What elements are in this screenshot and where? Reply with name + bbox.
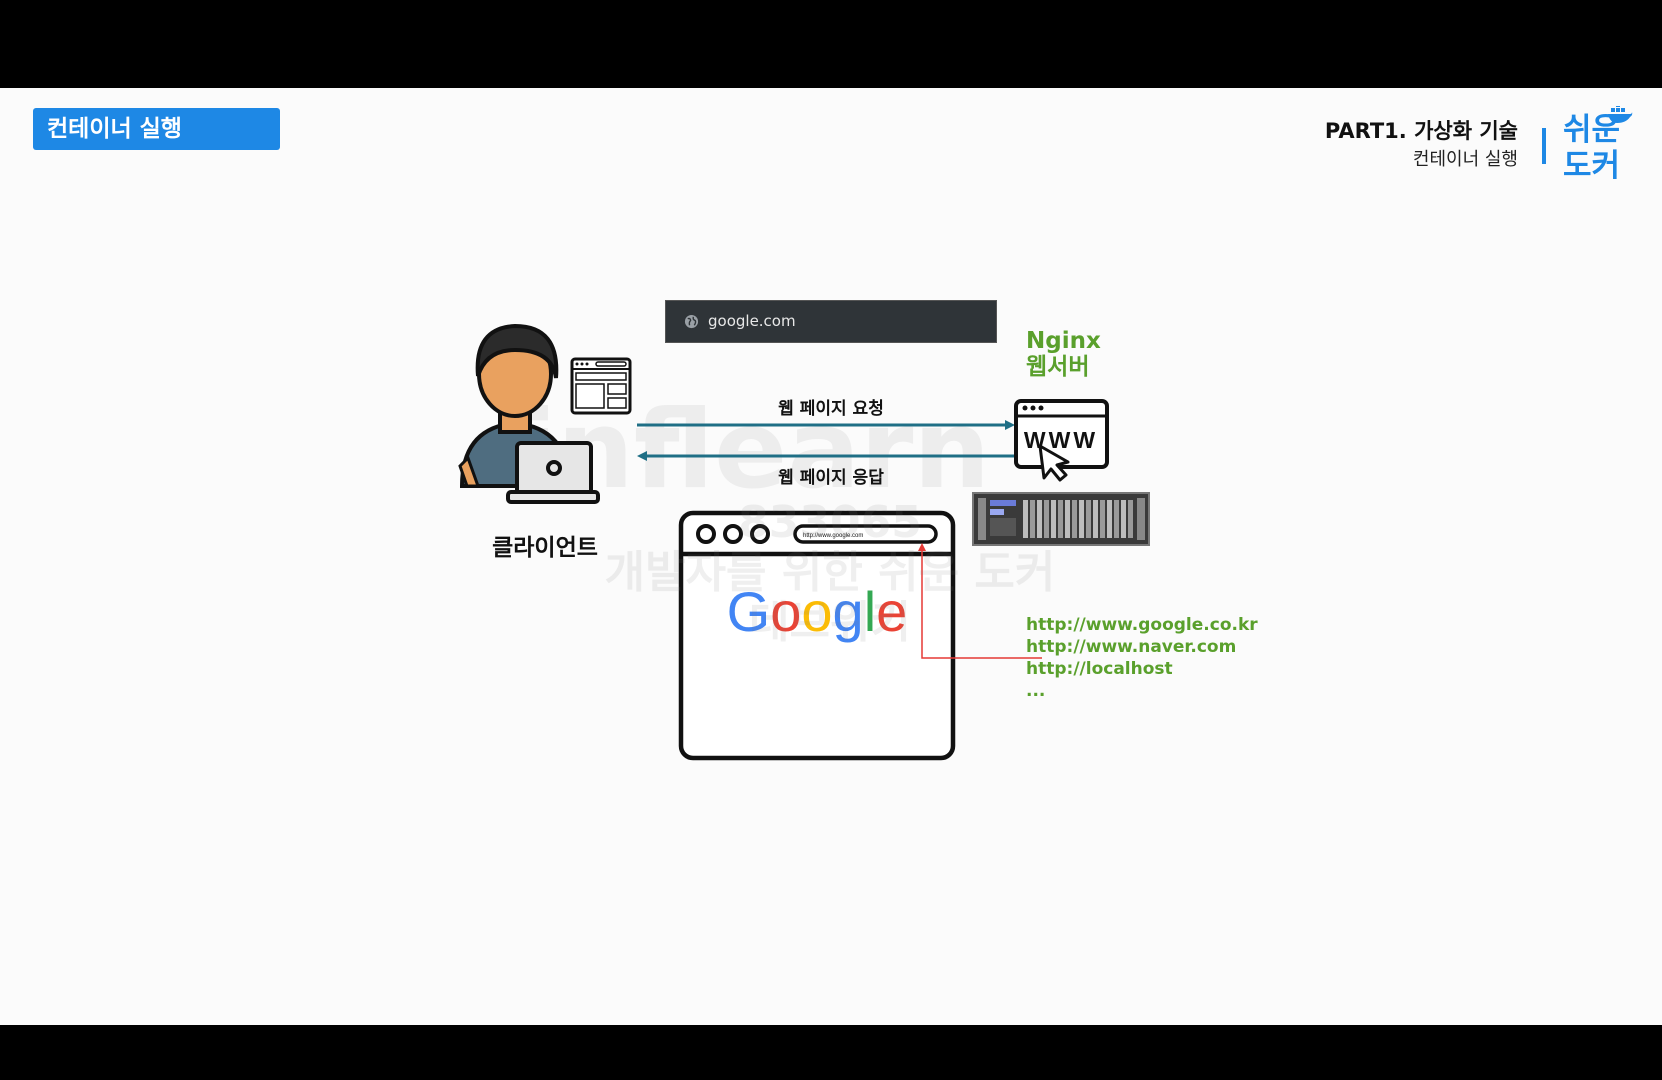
server-drive-bay (1107, 500, 1112, 538)
server-drive-bay (1114, 500, 1119, 538)
request-arrow (637, 420, 1015, 430)
server-drive-bay (1079, 500, 1084, 538)
google-logo-letter: l (864, 580, 876, 643)
server-drive-bay (1121, 500, 1126, 538)
server-drive-bay (1051, 500, 1056, 538)
server-drive-bay (1093, 500, 1098, 538)
server-drive-bay (1072, 500, 1077, 538)
server-drive-bay (1044, 500, 1049, 538)
letterbox-top (0, 0, 1662, 88)
server-drive-bay (1086, 500, 1091, 538)
response-arrow (637, 451, 1014, 461)
url-item: http://www.naver.com (1026, 637, 1237, 657)
diagram-graphics: WWW http://www.google.com Google (458, 323, 1150, 761)
google-logo: Google (727, 580, 908, 643)
url-item: http://www.google.co.kr (1026, 615, 1258, 635)
laptop-icon (506, 441, 600, 504)
letterbox-bottom (0, 1025, 1662, 1080)
www-text: WWW (1024, 427, 1098, 453)
server-drive-bay (1065, 500, 1070, 538)
google-logo-letter: o (770, 580, 801, 643)
server-drive-bay (1037, 500, 1042, 538)
url-item: http://localhost (1026, 659, 1173, 679)
webpage-layout-icon (570, 357, 632, 415)
browser-window-icon: http://www.google.com Google (678, 510, 956, 761)
google-logo-letter: o (801, 580, 832, 643)
slide: 컨테이너 실행 PART1. 가상화 기술 컨테이너 실행 쉬운 도커 infl… (0, 88, 1662, 1025)
server-drive-bay (1100, 500, 1105, 538)
server-drive-bay (1058, 500, 1063, 538)
url-item: ... (1026, 681, 1046, 701)
www-icon: WWW (1014, 399, 1109, 482)
google-logo-letter: e (876, 580, 907, 643)
server-drive-bay (1023, 500, 1028, 538)
server-drive-bay (1030, 500, 1035, 538)
server-drive-bay (1128, 500, 1133, 538)
google-logo-letter: g (833, 580, 864, 643)
browser-url-text: http://www.google.com (803, 533, 863, 539)
url-list: http://www.google.co.kr http://www.naver… (1026, 614, 1258, 702)
google-logo-letter: G (727, 580, 771, 643)
